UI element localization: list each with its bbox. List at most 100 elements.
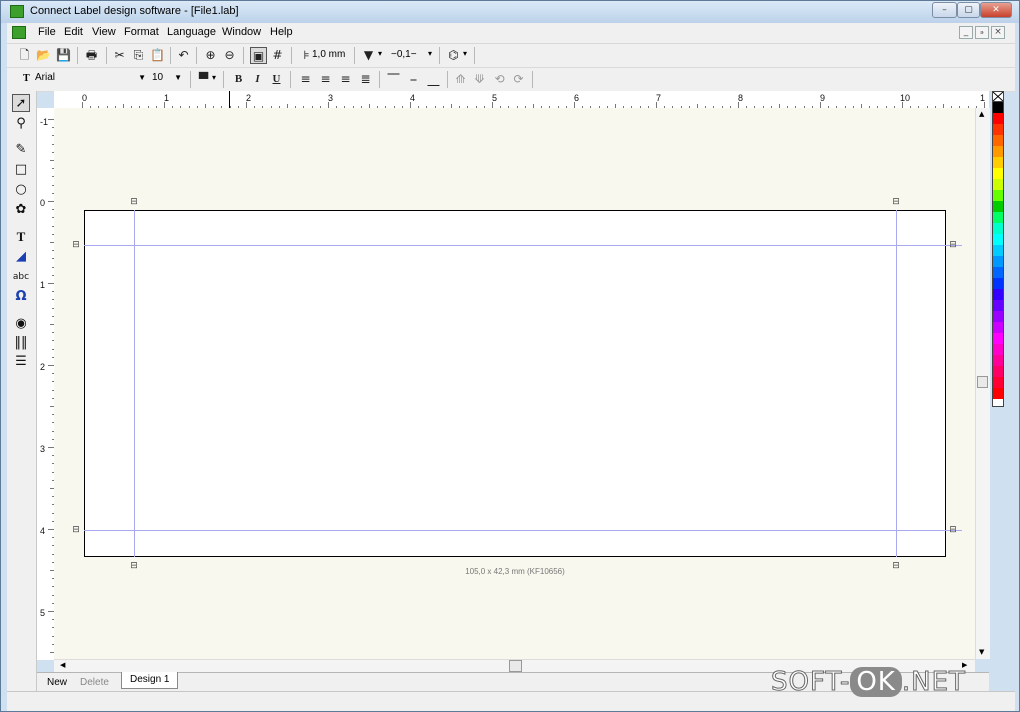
- pencil-icon[interactable]: ✎: [12, 141, 30, 159]
- color-swatch[interactable]: [993, 278, 1003, 289]
- color-swatch[interactable]: [993, 168, 1003, 179]
- scroll-left-icon[interactable]: ◀: [60, 661, 65, 669]
- new-file-icon[interactable]: 🗋: [16, 47, 33, 64]
- zoom-in-icon[interactable]: ⊕: [202, 47, 219, 64]
- undo-icon[interactable]: ↶: [175, 47, 192, 64]
- valign-middle-icon[interactable]: ⎯: [405, 71, 422, 88]
- color-swatch[interactable]: [993, 212, 1003, 223]
- print-icon[interactable]: 🖶: [83, 47, 100, 64]
- text-rotate-0-icon[interactable]: ⟰: [452, 71, 469, 88]
- color-swatch[interactable]: [993, 355, 1003, 366]
- color-swatch[interactable]: [993, 300, 1003, 311]
- menu-view[interactable]: View: [92, 26, 116, 38]
- symbol-icon[interactable]: Ω: [12, 288, 30, 306]
- color-swatch[interactable]: [993, 289, 1003, 300]
- font-size-select[interactable]: 10 ▼: [148, 70, 184, 87]
- tab-design-1[interactable]: Design 1: [121, 672, 179, 689]
- color-swatch[interactable]: [993, 388, 1003, 399]
- menu-file[interactable]: File: [38, 26, 56, 38]
- eye-icon[interactable]: ◉: [12, 315, 30, 333]
- delete-tab-button[interactable]: Delete: [80, 677, 109, 688]
- color-swatch[interactable]: [993, 245, 1003, 256]
- document-logo-icon[interactable]: [12, 26, 26, 39]
- text-rotate-180-icon[interactable]: ⟲: [491, 71, 508, 88]
- new-tab-button[interactable]: New: [47, 677, 67, 688]
- color-swatch[interactable]: [993, 102, 1003, 113]
- align-right-icon[interactable]: ≡: [337, 71, 354, 88]
- menu-edit[interactable]: Edit: [64, 26, 83, 38]
- color-swatch[interactable]: [993, 223, 1003, 234]
- scroll-up-icon[interactable]: ▲: [979, 110, 984, 118]
- save-icon[interactable]: 💾: [55, 47, 72, 64]
- vertical-scrollbar[interactable]: ▲ ▼: [975, 108, 990, 659]
- align-center-icon[interactable]: ≡: [317, 71, 334, 88]
- valign-top-icon[interactable]: ⎺: [385, 71, 402, 88]
- line-width-value[interactable]: 1,0 mm: [312, 49, 345, 60]
- mdi-minimize-button[interactable]: _: [959, 26, 973, 39]
- guide-line[interactable]: [134, 210, 135, 557]
- paste-icon[interactable]: 📋: [149, 47, 166, 64]
- color-swatch[interactable]: [993, 256, 1003, 267]
- text-tool-icon[interactable]: T: [12, 228, 30, 246]
- rectangle-icon[interactable]: □: [12, 161, 30, 179]
- chevron-down-icon[interactable]: ▾: [463, 49, 467, 58]
- ellipse-icon[interactable]: ○: [12, 181, 30, 199]
- align-justify-icon[interactable]: ≣: [357, 71, 374, 88]
- color-swatch[interactable]: [993, 234, 1003, 245]
- guide-handle-icon[interactable]: ⊟: [72, 526, 80, 535]
- menu-format[interactable]: Format: [124, 26, 159, 38]
- color-swatch[interactable]: [993, 366, 1003, 377]
- color-swatch[interactable]: [993, 377, 1003, 388]
- rotate-icon[interactable]: ⌬: [445, 47, 462, 64]
- guide-handle-icon[interactable]: ⊟: [949, 241, 957, 250]
- menu-window[interactable]: Window: [222, 26, 261, 38]
- page-view-icon[interactable]: ▣: [250, 47, 267, 64]
- guide-handle-icon[interactable]: ⊟: [892, 198, 900, 207]
- database-field-icon[interactable]: ☰: [12, 353, 30, 371]
- text-rotate-90-icon[interactable]: ⟱: [471, 71, 488, 88]
- guide-line[interactable]: [84, 245, 962, 246]
- fill-color-icon[interactable]: ▼: [360, 47, 377, 64]
- arc-text-icon[interactable]: abc: [12, 268, 30, 286]
- text-rotate-270-icon[interactable]: ⟳: [510, 71, 527, 88]
- scroll-thumb[interactable]: [977, 376, 988, 388]
- color-swatch[interactable]: [993, 333, 1003, 344]
- menu-help[interactable]: Help: [270, 26, 293, 38]
- cut-icon[interactable]: ✂: [111, 47, 128, 64]
- color-swatch[interactable]: [993, 179, 1003, 190]
- mdi-restore-button[interactable]: ₔ: [975, 26, 989, 39]
- color-swatch[interactable]: [993, 344, 1003, 355]
- image-icon[interactable]: ✿: [12, 201, 30, 219]
- color-swatch[interactable]: [993, 113, 1003, 124]
- chevron-down-icon[interactable]: ▾: [428, 49, 432, 58]
- guide-handle-icon[interactable]: ⊟: [949, 526, 957, 535]
- scroll-down-icon[interactable]: ▼: [979, 648, 984, 656]
- close-button[interactable]: ✕: [980, 2, 1012, 18]
- color-swatch[interactable]: [993, 311, 1003, 322]
- valign-bottom-icon[interactable]: ⎽: [425, 71, 442, 88]
- bold-button[interactable]: B: [230, 71, 247, 88]
- underline-button[interactable]: U: [268, 71, 285, 88]
- open-folder-icon[interactable]: 📂: [35, 47, 52, 64]
- title-bar[interactable]: Connect Label design software - [File1.l…: [1, 1, 1019, 23]
- grid-icon[interactable]: #: [269, 47, 286, 64]
- color-swatch[interactable]: [993, 146, 1003, 157]
- guide-line[interactable]: [896, 210, 897, 557]
- scroll-thumb[interactable]: [509, 660, 522, 672]
- color-swatch[interactable]: [993, 157, 1003, 168]
- guide-handle-icon[interactable]: ⊟: [130, 198, 138, 207]
- zoom-tool-icon[interactable]: ⚲: [12, 115, 30, 133]
- select-arrow-icon[interactable]: ➚: [12, 94, 30, 112]
- chevron-down-icon[interactable]: ▾: [378, 49, 382, 58]
- menu-language[interactable]: Language: [167, 26, 216, 38]
- color-swatch[interactable]: [993, 135, 1003, 146]
- zoom-out-icon[interactable]: ⊖: [221, 47, 238, 64]
- text-color-icon[interactable]: ▀: [195, 71, 212, 88]
- copy-icon[interactable]: ⎘: [130, 47, 147, 64]
- no-color-swatch[interactable]: [993, 92, 1003, 102]
- maximize-button[interactable]: ▢: [957, 2, 980, 18]
- color-swatch[interactable]: [993, 124, 1003, 135]
- mdi-close-button[interactable]: ×: [991, 26, 1005, 39]
- color-swatch[interactable]: [993, 201, 1003, 212]
- italic-button[interactable]: I: [249, 71, 266, 88]
